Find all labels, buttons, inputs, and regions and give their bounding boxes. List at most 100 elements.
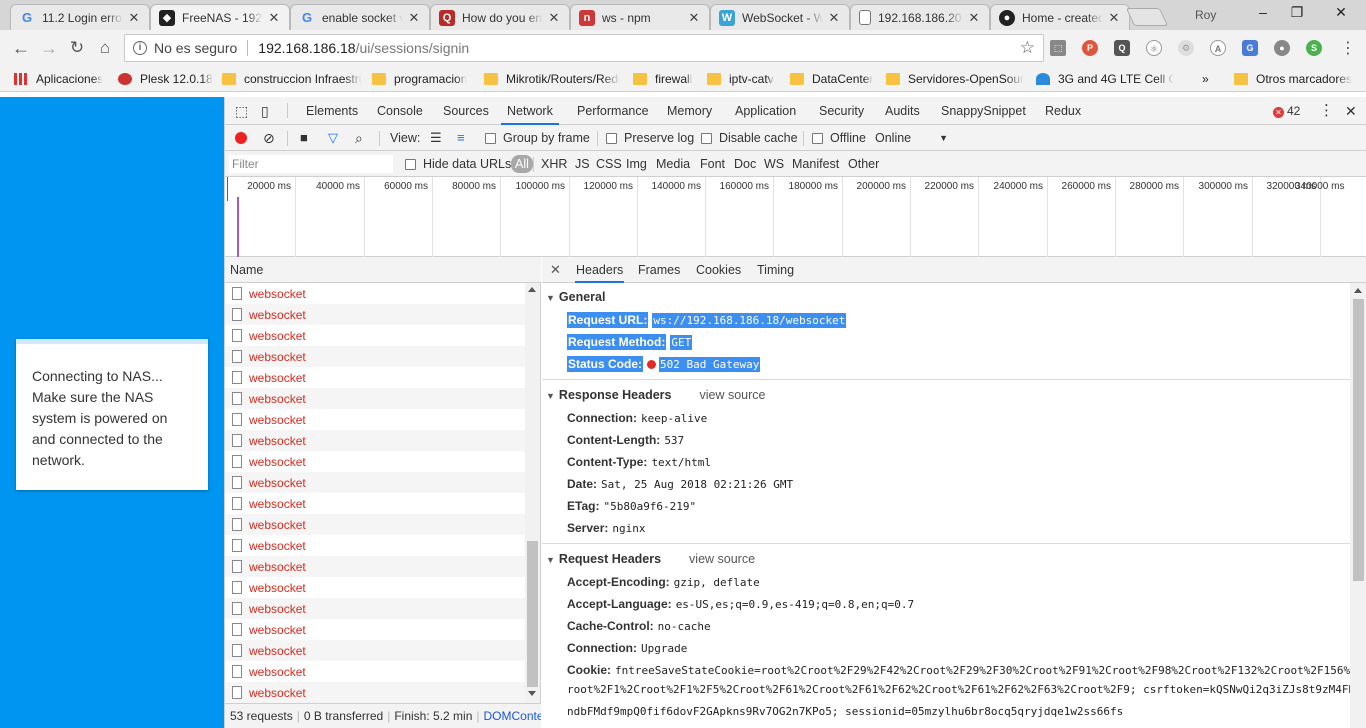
waterfall-icon[interactable]: ≡	[457, 125, 465, 151]
close-window-icon[interactable]: ✕	[1326, 4, 1356, 24]
close-icon[interactable]: ✕	[547, 10, 561, 26]
back-arrow-icon[interactable]: ←	[10, 37, 32, 59]
maximize-icon[interactable]: ❐	[1282, 4, 1312, 24]
close-icon[interactable]: ✕	[407, 10, 421, 26]
tab-snappysnippet[interactable]: SnappySnippet	[941, 97, 1026, 125]
bookmark-folder[interactable]: programacion	[372, 70, 474, 88]
tab-memory[interactable]: Memory	[667, 97, 712, 125]
minimize-icon[interactable]: –	[1248, 4, 1278, 24]
browser-tab[interactable]: 192.168.186.20 ✕	[850, 4, 990, 30]
scroll-up-icon[interactable]	[528, 287, 536, 292]
lastpass-extension-icon[interactable]: Q	[1114, 40, 1130, 56]
filter-type-css[interactable]: CSS	[593, 155, 625, 173]
scroll-thumb[interactable]	[1353, 299, 1364, 581]
scroll-thumb[interactable]	[527, 541, 538, 687]
home-icon[interactable]: ⌂	[94, 37, 116, 59]
tab-timing[interactable]: Timing	[757, 257, 794, 283]
request-list-scrollbar[interactable]	[525, 283, 540, 703]
bookmark-star-icon[interactable]: ☆	[1020, 38, 1035, 58]
search-icon[interactable]: ⌕	[355, 125, 363, 151]
request-row[interactable]: websocket	[225, 577, 525, 598]
close-icon[interactable]: ✕	[1107, 10, 1121, 26]
close-icon[interactable]: ✕	[827, 10, 841, 26]
filter-type-manifest[interactable]: Manifest	[789, 155, 842, 173]
filter-type-media[interactable]: Media	[653, 155, 693, 173]
filter-input[interactable]	[229, 155, 393, 173]
request-row[interactable]: websocket	[225, 325, 525, 346]
tab-headers[interactable]: Headers	[575, 257, 625, 283]
browser-tab[interactable]: G enable socket via ✕	[290, 4, 430, 30]
close-icon[interactable]: ✕	[967, 10, 981, 26]
address-bar[interactable]: i No es seguro 192.168.186.18 /ui/sessio…	[124, 34, 1044, 62]
record-icon[interactable]	[235, 125, 247, 151]
offline-checkbox[interactable]: Offline	[812, 125, 866, 151]
reload-icon[interactable]: ↻	[66, 37, 88, 59]
browser-tab[interactable]: G 11.2 Login error ✕	[10, 4, 150, 30]
forward-arrow-icon[interactable]: →	[38, 37, 60, 59]
preserve-log-checkbox[interactable]: Preserve log	[606, 125, 694, 151]
tab-cookies[interactable]: Cookies	[696, 257, 741, 283]
large-rows-icon[interactable]: ☰	[430, 125, 442, 151]
close-details-icon[interactable]: ✕	[550, 257, 561, 283]
translate-extension-icon[interactable]: G	[1242, 40, 1258, 56]
bookmark-folder[interactable]: iptv-catv	[707, 70, 781, 88]
request-row[interactable]: websocket	[225, 598, 525, 619]
bookmark-folder[interactable]: Servidores-OpenSource	[886, 70, 1024, 88]
clear-icon[interactable]: ⊘	[263, 125, 275, 151]
menu-dots-icon[interactable]: ⋮	[1340, 38, 1356, 58]
request-row[interactable]: websocket	[225, 304, 525, 325]
tab-network[interactable]: Network	[501, 97, 559, 125]
browser-tab[interactable]: n ws - npm ✕	[570, 4, 710, 30]
filter-type-ws[interactable]: WS	[761, 155, 787, 173]
inspect-element-icon[interactable]: ⬚	[235, 97, 248, 125]
request-row[interactable]: websocket	[225, 556, 525, 577]
request-row[interactable]: websocket	[225, 661, 525, 682]
view-source-link[interactable]: view source	[699, 388, 765, 402]
request-row[interactable]: websocket	[225, 346, 525, 367]
filter-type-img[interactable]: Img	[623, 155, 650, 173]
bookmark-folder[interactable]: DataCenter	[790, 70, 880, 88]
tab-sources[interactable]: Sources	[443, 97, 489, 125]
bookmark-folder[interactable]: Mikrotik/Routers/Redes	[484, 70, 620, 88]
devtools-menu-icon[interactable]: ⋮	[1319, 97, 1334, 125]
close-icon[interactable]: ✕	[267, 10, 281, 26]
request-row[interactable]: websocket	[225, 283, 525, 304]
tab-redux[interactable]: Redux	[1045, 97, 1081, 125]
close-devtools-icon[interactable]: ✕	[1345, 97, 1357, 125]
close-icon[interactable]: ✕	[687, 10, 701, 26]
filter-type-font[interactable]: Font	[697, 155, 728, 173]
filter-icon[interactable]: ▽	[328, 125, 338, 151]
react-extension-icon[interactable]: ⚛	[1146, 40, 1162, 56]
device-toolbar-icon[interactable]: ▯	[261, 97, 269, 125]
request-row[interactable]: websocket	[225, 367, 525, 388]
request-row[interactable]: websocket	[225, 430, 525, 451]
request-row[interactable]: websocket	[225, 682, 525, 703]
bookmark-coverage[interactable]: 3G and 4G LTE Cell Coverage	[1036, 70, 1174, 88]
section-response-headers[interactable]: ▼ Response Headers view source	[546, 385, 765, 405]
request-row[interactable]: websocket	[225, 388, 525, 409]
disable-cache-checkbox[interactable]: Disable cache	[701, 125, 798, 151]
bookmark-folder[interactable]: construccion Infraestructura	[222, 70, 362, 88]
section-general[interactable]: ▼ General	[546, 287, 605, 307]
tab-frames[interactable]: Frames	[638, 257, 680, 283]
filter-type-all[interactable]: All	[511, 155, 533, 173]
request-row[interactable]: websocket	[225, 472, 525, 493]
bookmark-apps[interactable]: Aplicaciones	[14, 70, 114, 88]
info-icon[interactable]: i	[133, 41, 147, 55]
tab-audits[interactable]: Audits	[885, 97, 920, 125]
capture-screenshots-icon[interactable]: ■	[300, 125, 308, 151]
scroll-up-icon[interactable]	[1354, 288, 1362, 293]
browser-tab[interactable]: W WebSocket - Wikipedia ✕	[710, 4, 850, 30]
tab-console[interactable]: Console	[377, 97, 423, 125]
new-tab-button[interactable]	[1125, 8, 1169, 26]
security-label[interactable]: No es seguro	[154, 40, 237, 56]
hide-data-urls-checkbox[interactable]: Hide data URLs	[405, 151, 511, 177]
browser-tab-active[interactable]: ◆ FreeNAS - 192.168.186.18 ✕	[150, 4, 290, 30]
request-row[interactable]: websocket	[225, 640, 525, 661]
scroll-down-icon[interactable]	[528, 691, 536, 696]
request-row[interactable]: websocket	[225, 535, 525, 556]
tab-performance[interactable]: Performance	[577, 97, 649, 125]
error-count-badge[interactable]: ✕ 42	[1273, 104, 1300, 118]
bookmark-plesk[interactable]: Plesk 12.0.18	[118, 70, 216, 88]
browser-tab[interactable]: Q How do you enable ✕	[430, 4, 570, 30]
